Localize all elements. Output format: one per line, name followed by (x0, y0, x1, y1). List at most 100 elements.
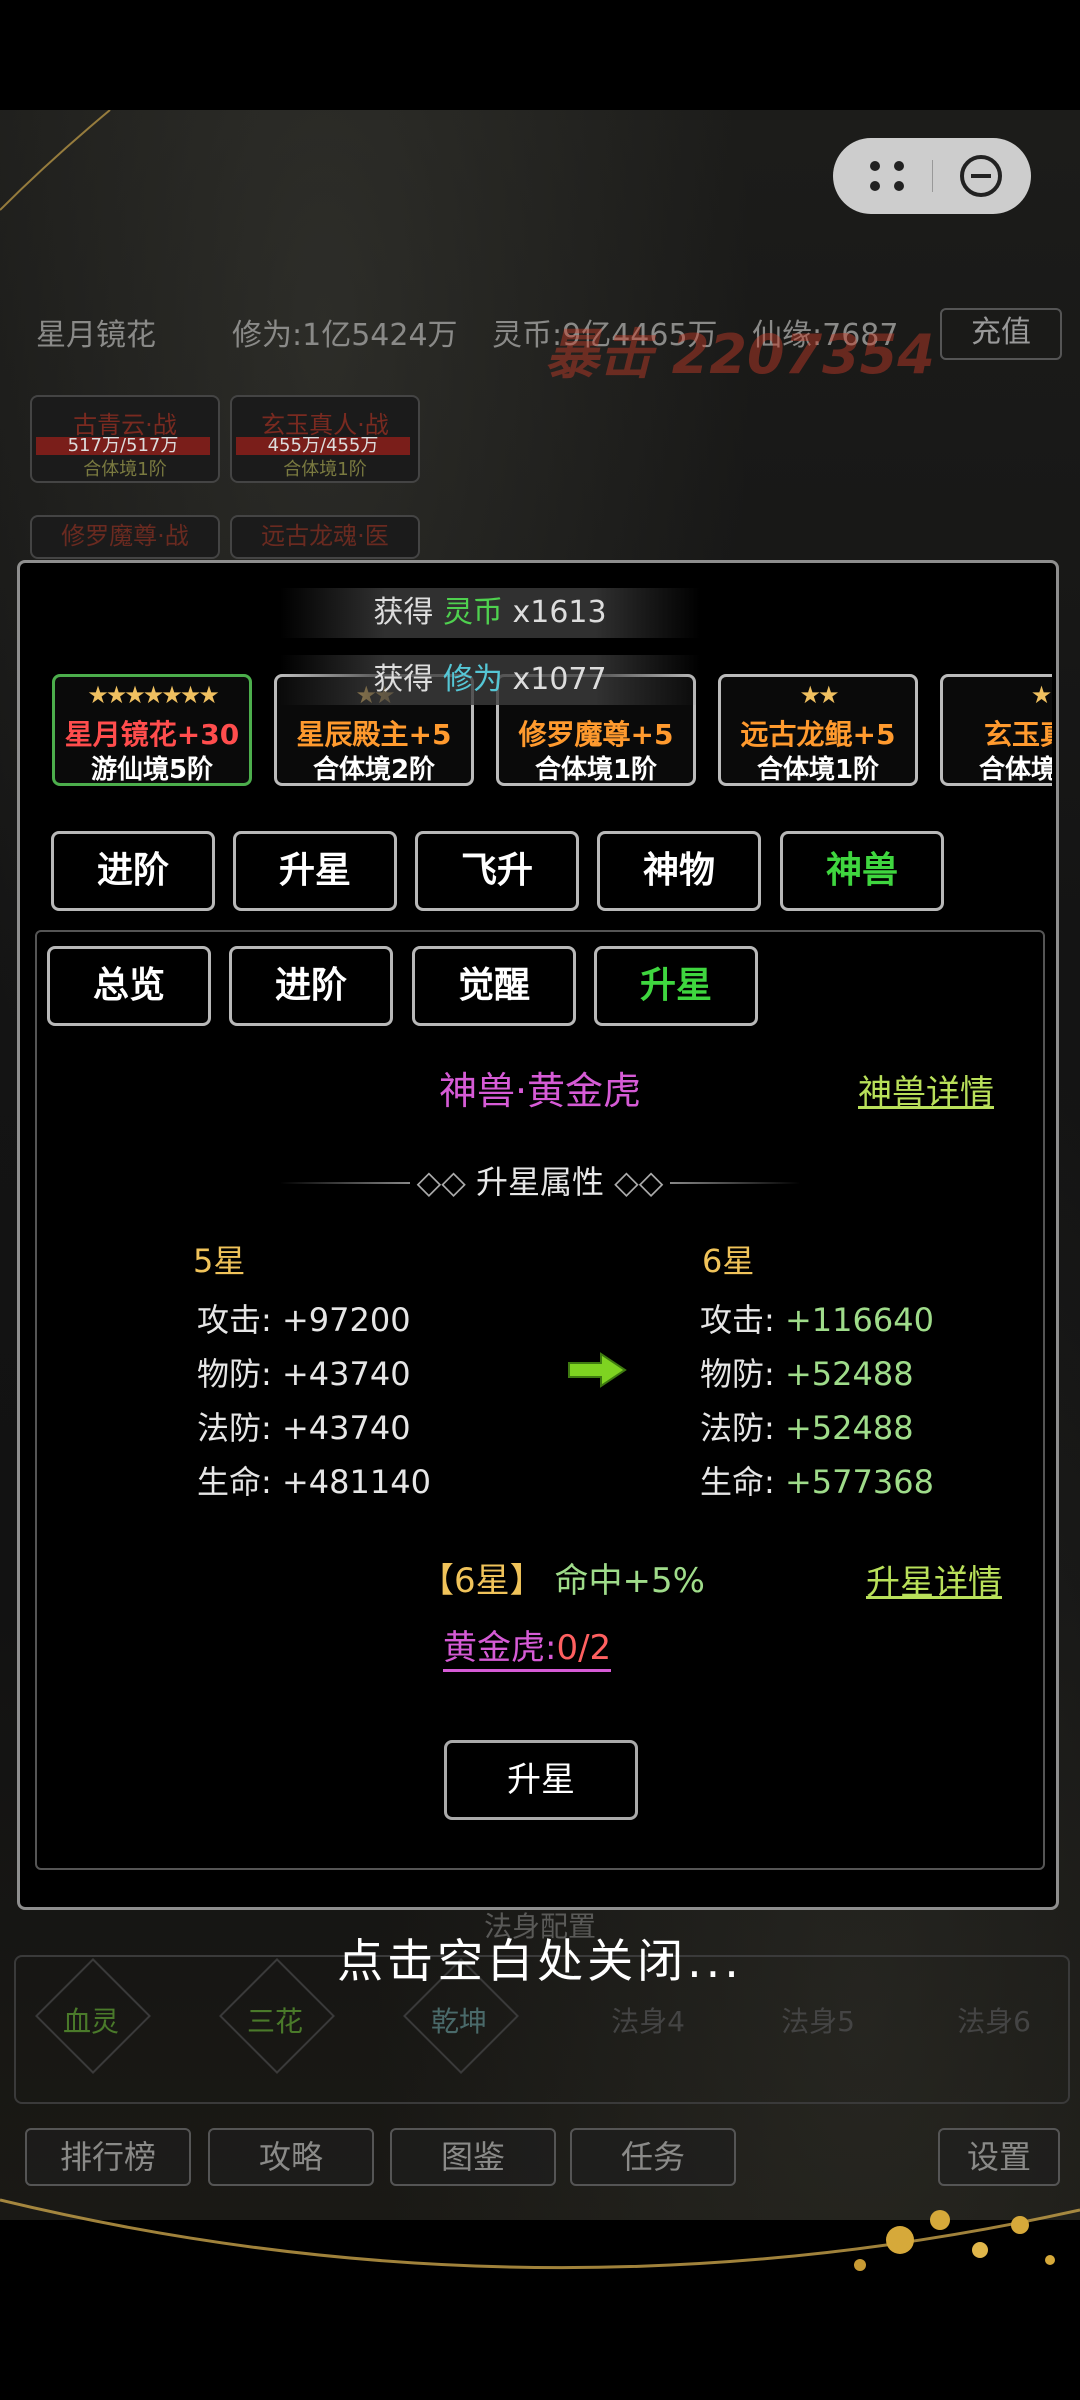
stat-value: +43740 (281, 1409, 411, 1447)
fashen-slot[interactable]: 乾坤 (409, 2000, 509, 2040)
stat-value: +97200 (281, 1301, 411, 1339)
cost-value: 0/2 (556, 1628, 612, 1668)
tab-divine-beast[interactable]: 神兽 (780, 831, 944, 911)
crit-damage-popup: 暴击 2207354 (545, 323, 935, 386)
character-name: 修罗魔尊+5 (518, 718, 674, 751)
subtab-advance[interactable]: 进阶 (229, 946, 393, 1026)
next-stat-row: 攻击: +116640 (700, 1295, 934, 1341)
beast-title: 神兽·黄金虎 (438, 1069, 642, 1113)
character-realm: 合体境1阶 (978, 755, 1052, 785)
task-button[interactable]: 任务 (570, 2128, 736, 2186)
stat-value: +52488 (784, 1355, 914, 1393)
subtab-awaken[interactable]: 觉醒 (412, 946, 576, 1026)
next-stat-row: 物防: +52488 (700, 1349, 914, 1395)
star-bonus: 【6星】 命中+5% (420, 1553, 705, 1602)
character-realm: 合体境1阶 (534, 755, 658, 785)
upgrade-cost[interactable]: 黄金虎:0/2 (443, 1620, 612, 1672)
current-star-level: 5星 (193, 1242, 246, 1280)
bonus-tag: 【6星】 (420, 1561, 544, 1601)
stat-key: 物防: (700, 1355, 775, 1393)
stat-key: 物防: (197, 1355, 272, 1393)
roster-card[interactable]: ★★★★★★★ 星月镜花+30 游仙境5阶 (52, 674, 252, 786)
toast-item: 灵币 (442, 595, 503, 630)
star-rating: ★ (1030, 681, 1052, 709)
fashen-slot[interactable]: 法身4 (598, 2000, 698, 2040)
character-name: 玄玉真人 (983, 718, 1052, 751)
leaderboard-button[interactable]: 排行榜 (25, 2128, 191, 2186)
character-name: 远古龙鲲+5 (740, 718, 896, 751)
stat-value: +52488 (784, 1409, 914, 1447)
cost-label: 黄金虎: (443, 1628, 557, 1668)
cultivation-value: 修为:1亿5424万 (232, 318, 458, 353)
fashen-slot[interactable]: 血灵 (41, 2000, 141, 2040)
status-bar-area (0, 0, 1080, 110)
gold-swoosh-decoration (0, 2198, 1080, 2271)
stat-key: 生命: (700, 1463, 775, 1501)
beast-detail-link[interactable]: 神兽详情 (858, 1065, 994, 1114)
diamond-ornament-icon: ◇◇ (416, 1163, 476, 1201)
member-level: 合体境1阶 (83, 459, 167, 480)
current-stat-row: 攻击: +97200 (197, 1295, 411, 1341)
toast-item: 修为 (442, 662, 503, 697)
character-name: 星辰殿主+5 (296, 718, 452, 751)
character-realm: 游仙境5阶 (90, 755, 214, 785)
team-member[interactable]: 古青云·战 517万/517万 合体境1阶 (30, 395, 220, 483)
fashen-slot[interactable]: 法身6 (944, 2000, 1044, 2040)
stat-value: +116640 (784, 1301, 934, 1339)
gold-streak-decoration (0, 110, 111, 211)
member-hp: 455万/455万 (236, 437, 410, 455)
tab-artifact[interactable]: 神物 (597, 831, 761, 911)
recharge-button[interactable]: 充值 (940, 308, 1062, 360)
star-detail-link[interactable]: 升星详情 (866, 1555, 1002, 1604)
fashen-slot[interactable]: 三花 (225, 2000, 325, 2040)
next-stat-row: 生命: +577368 (700, 1457, 934, 1503)
reward-toast: 获得 修为 x1077 (280, 655, 700, 705)
bonus-text: 命中+5% (554, 1561, 705, 1601)
star-rating: ★★★★★★★ (87, 681, 220, 709)
tab-advance[interactable]: 进阶 (51, 831, 215, 911)
roster-card[interactable]: ★ 玄玉真人 合体境1阶 (940, 674, 1052, 786)
roster-card[interactable]: ★★ 远古龙鲲+5 合体境1阶 (718, 674, 918, 786)
stat-key: 攻击: (700, 1301, 775, 1339)
character-name: 星月镜花+30 (64, 718, 240, 751)
subtab-star-up[interactable]: 升星 (594, 946, 758, 1026)
more-icon[interactable] (867, 158, 907, 194)
stat-key: 生命: (197, 1463, 272, 1501)
next-star-level: 6星 (702, 1242, 755, 1280)
member-level: 合体境1阶 (283, 459, 367, 480)
subtab-overview[interactable]: 总览 (47, 946, 211, 1026)
next-stat-row: 法防: +52488 (700, 1403, 914, 1449)
toast-prefix: 获得 (373, 595, 434, 630)
guide-button[interactable]: 攻略 (208, 2128, 374, 2186)
mini-program-capsule (833, 138, 1031, 214)
current-stat-row: 法防: +43740 (197, 1403, 411, 1449)
arrow-right-icon (568, 1352, 627, 1388)
character-realm: 合体境2阶 (312, 755, 436, 785)
diamond-ornament-icon: ◇◇ (604, 1163, 664, 1201)
stat-key: 法防: (197, 1409, 272, 1447)
fashen-slot[interactable]: 法身5 (768, 2000, 868, 2040)
tab-ascend[interactable]: 飞升 (415, 831, 579, 911)
star-up-button[interactable]: 升星 (444, 1740, 638, 1820)
close-mini-program-icon[interactable] (958, 153, 1004, 199)
close-hint[interactable]: 点击空白处关闭... (0, 1925, 1080, 1991)
section-title-text: 升星属性 (475, 1163, 604, 1201)
reward-toast: 获得 灵币 x1613 (280, 588, 700, 638)
star-rating: ★★ (799, 681, 839, 709)
stat-value: +481140 (281, 1463, 431, 1501)
tab-star-up[interactable]: 升星 (233, 831, 397, 911)
capsule-divider (932, 160, 933, 192)
team-member[interactable]: 玄玉真人·战 455万/455万 合体境1阶 (230, 395, 420, 483)
current-stat-row: 物防: +43740 (197, 1349, 411, 1395)
codex-button[interactable]: 图鉴 (390, 2128, 556, 2186)
current-stat-row: 生命: +481140 (197, 1457, 431, 1503)
stat-value: +577368 (784, 1463, 934, 1501)
stat-key: 攻击: (197, 1301, 272, 1339)
team-member[interactable]: 修罗魔尊·战 (30, 515, 220, 559)
player-name: 星月镜花 (36, 318, 156, 353)
toast-prefix: 获得 (373, 662, 434, 697)
character-realm: 合体境1阶 (756, 755, 880, 785)
settings-button[interactable]: 设置 (938, 2128, 1060, 2186)
team-member[interactable]: 远古龙魂·医 (230, 515, 420, 559)
stat-value: +43740 (281, 1355, 411, 1393)
